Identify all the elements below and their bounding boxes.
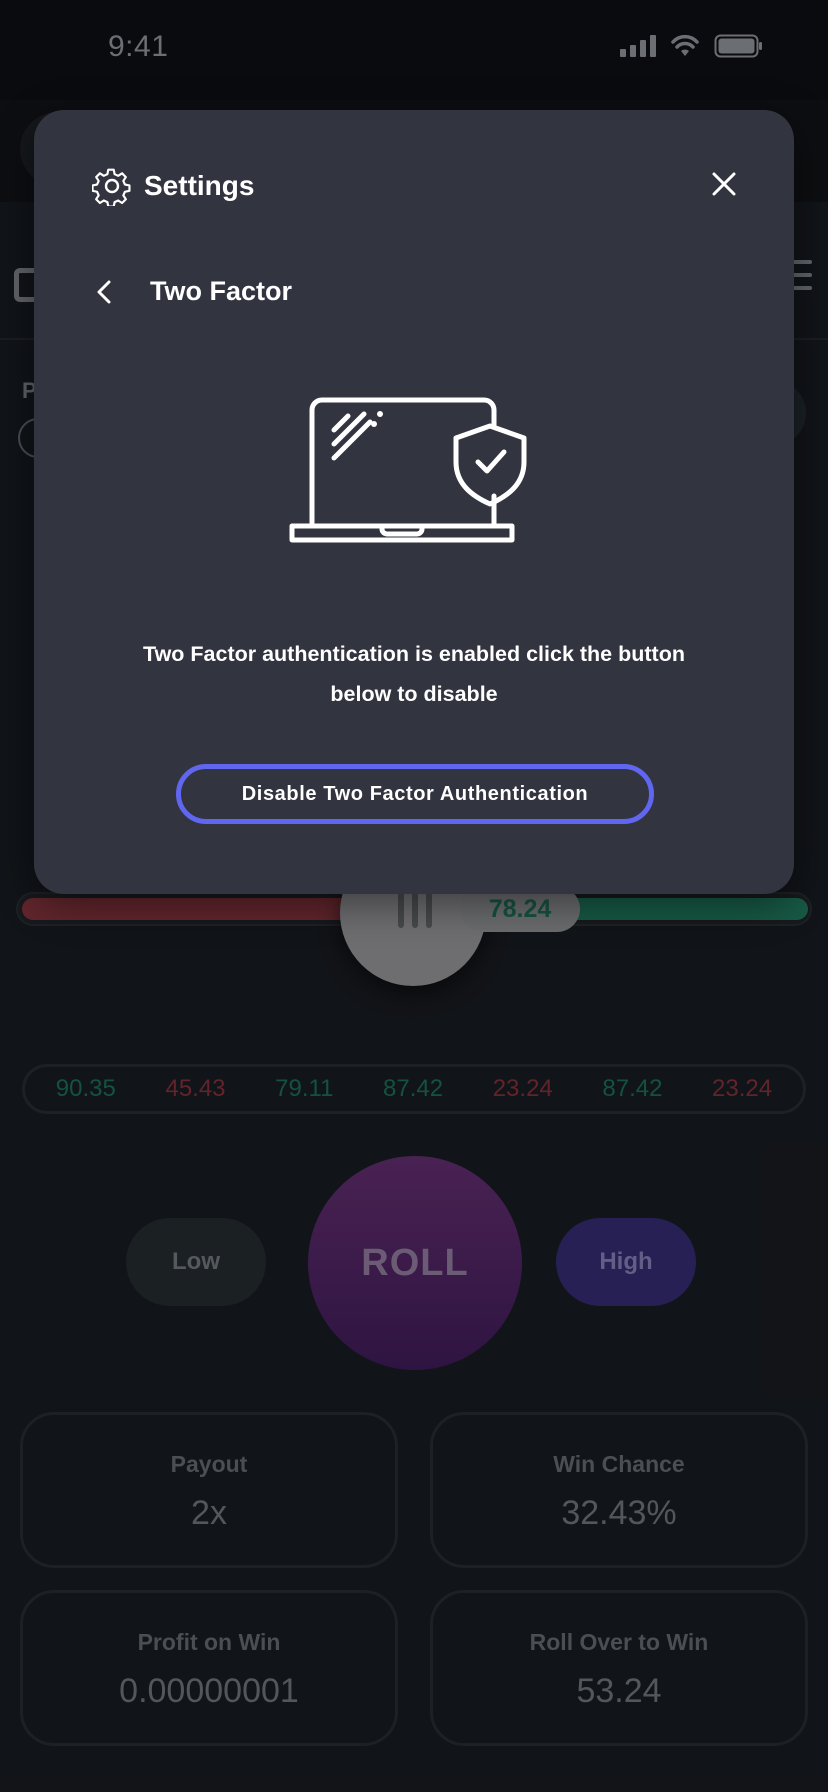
close-icon[interactable] [706,166,742,202]
sub-header: Two Factor [90,276,292,307]
modal-header: Settings [92,166,254,206]
chevron-left-icon[interactable] [90,277,120,307]
modal-message: Two Factor authentication is enabled cli… [94,634,734,714]
sub-title: Two Factor [150,276,293,306]
disable-two-factor-button[interactable]: Disable Two Factor Authentication [176,764,654,824]
modal-title: Settings [144,170,255,201]
modal-message-line2: below to disable [330,682,498,706]
laptop-shield-icon [289,397,527,543]
modal-message-line1: Two Factor authentication is enabled cli… [143,642,685,666]
settings-modal: Settings Two Factor Two Factor authentic… [34,110,794,894]
gear-icon [92,168,131,206]
